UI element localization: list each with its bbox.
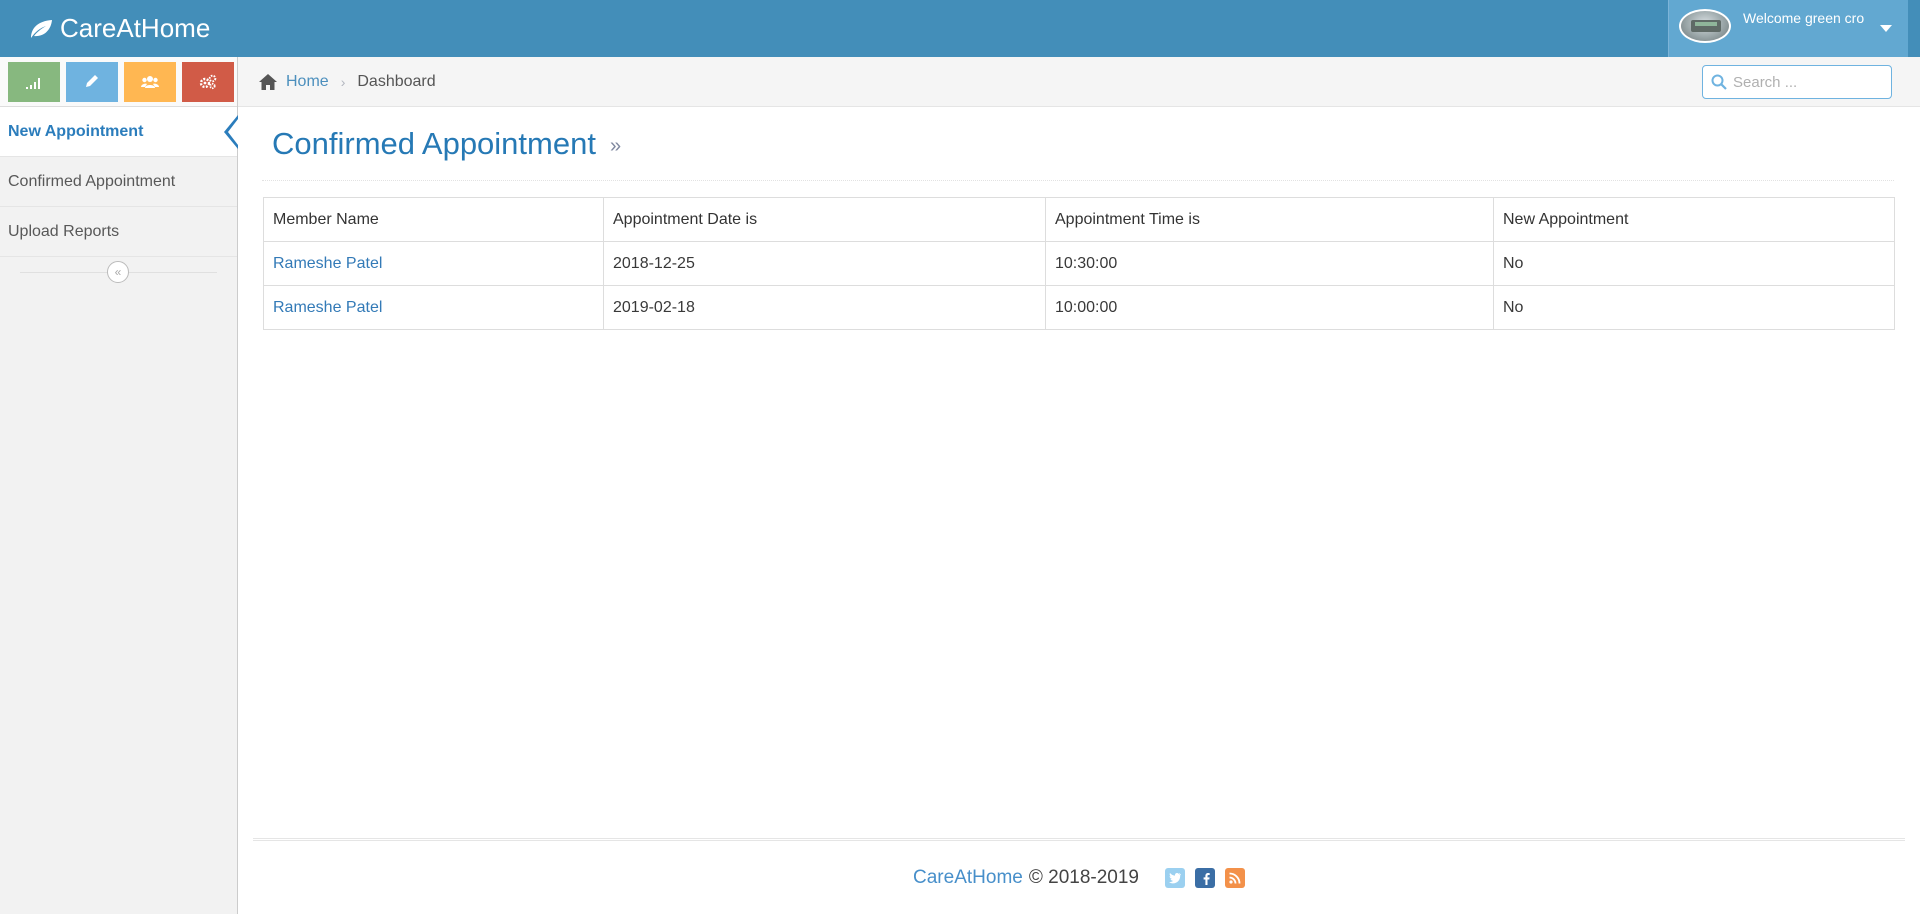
column-header-member-name: Member Name [263,197,604,242]
search-input[interactable] [1733,73,1873,91]
user-menu[interactable]: Welcome green cro [1668,0,1908,57]
breadcrumb-current: Dashboard [357,72,436,90]
sidebar: New Appointment Confirmed Appointment Up… [0,57,238,914]
search-icon [1711,74,1727,90]
appointment-date-cell: 2019-02-18 [603,285,1046,330]
breadcrumb: Home › Dashboard [238,57,1920,107]
appointment-time-cell: 10:30:00 [1045,241,1494,286]
shortcut-stats-button[interactable] [8,62,60,102]
search-box [1702,65,1892,99]
breadcrumb-home-link[interactable]: Home [286,73,329,91]
home-icon [259,73,277,90]
shortcut-settings-button[interactable] [182,62,234,102]
sidebar-item-label: New Appointment [8,122,144,140]
appointment-date-cell: 2018-12-25 [603,241,1046,286]
collapse-sidebar-icon[interactable]: « [107,261,129,283]
sidebar-item-label: Upload Reports [8,222,120,240]
shortcut-users-button[interactable] [124,62,176,102]
double-chevron-right-icon: » [609,135,622,157]
column-header-appointment-time: Appointment Time is [1045,197,1494,242]
appointments-table-wrap: Member Name Appointment Date is Appointm… [263,197,1895,330]
member-name-cell: Rameshe Patel [263,285,604,330]
sidebar-shortcuts [0,57,237,107]
caret-down-icon [1880,25,1892,32]
new-appointment-cell: No [1493,285,1895,330]
page-header: Confirmed Appointment » [262,107,1894,181]
footer: CareAtHome © 2018-2019 [253,838,1905,914]
member-name-cell: Rameshe Patel [263,241,604,286]
column-header-new-appointment: New Appointment [1493,197,1895,242]
facebook-icon[interactable] [1194,867,1215,888]
table-row: Rameshe Patel 2019-02-18 10:00:00 No [263,285,1895,330]
brand-link[interactable]: CareAtHome [28,13,210,44]
leaf-icon [31,19,52,38]
page-title: Confirmed Appointment [272,125,596,161]
sidebar-collapse-bar: « [0,257,237,289]
sidebar-item-label: Confirmed Appointment [8,172,176,190]
avatar [1679,9,1731,43]
sidebar-item-upload-reports[interactable]: Upload Reports [0,207,237,257]
sidebar-item-new-appointment[interactable]: New Appointment [0,107,238,157]
twitter-icon[interactable] [1164,867,1185,888]
appointments-table: Member Name Appointment Date is Appointm… [263,197,1895,330]
table-row: Rameshe Patel 2018-12-25 10:30:00 No [263,241,1895,286]
top-navbar: CareAtHome Welcome green cro [0,0,1920,57]
table-header-row: Member Name Appointment Date is Appointm… [263,197,1895,242]
welcome-text: Welcome green cro [1743,10,1865,26]
social-links [1164,867,1245,888]
cogs-icon [199,74,217,90]
chevron-right-icon: › [340,73,346,90]
member-name-link[interactable]: Rameshe Patel [273,255,382,272]
shortcut-edit-button[interactable] [66,62,118,102]
brand-name: CareAtHome [60,13,211,43]
pencil-icon [86,75,98,87]
footer-copyright: © 2018-2019 [1028,866,1139,888]
new-appointment-cell: No [1493,241,1895,286]
rss-icon[interactable] [1224,867,1245,888]
sidebar-item-confirmed-appointment[interactable]: Confirmed Appointment [0,157,237,207]
appointment-time-cell: 10:00:00 [1045,285,1494,330]
member-name-link[interactable]: Rameshe Patel [273,299,382,316]
signal-icon [26,78,40,89]
footer-brand: CareAtHome [913,866,1023,888]
users-icon [141,76,159,88]
column-header-appointment-date: Appointment Date is [603,197,1046,242]
